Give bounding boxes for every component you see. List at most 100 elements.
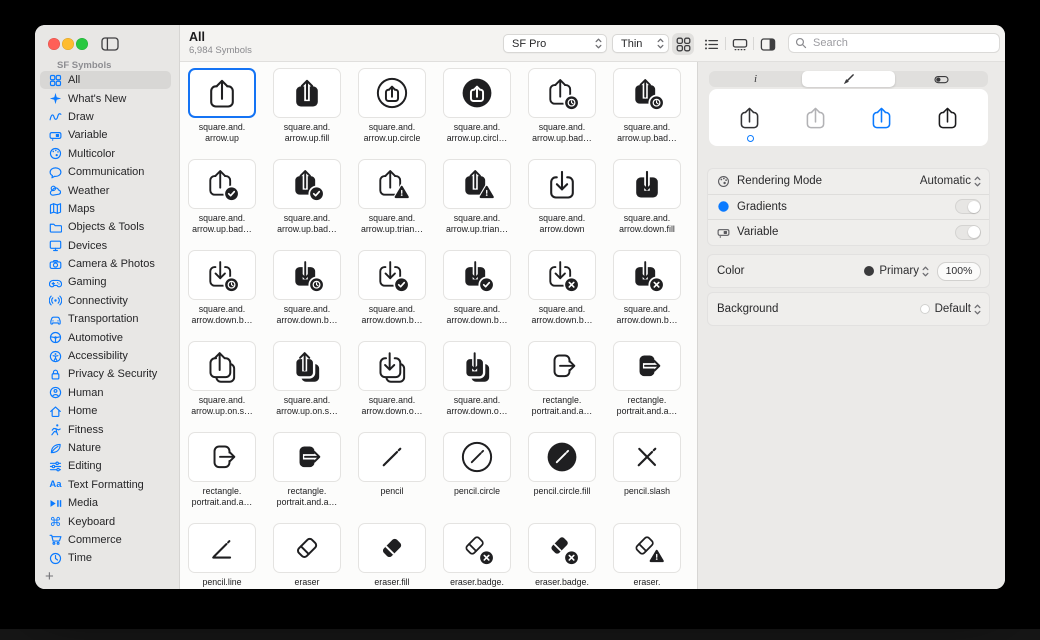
sidebar-item-objects-tools[interactable]: Objects & Tools [40,218,171,236]
symbol-cell-sq-down-badge-check-fill[interactable] [443,250,511,300]
minimize-button[interactable] [62,38,74,50]
background-swatch [920,304,930,314]
sidebar-item-text-formatting[interactable]: AaText Formatting [40,476,171,494]
symbol-cell-eraser-fill[interactable] [358,523,426,573]
sidebar-item-what-s-new[interactable]: What's New [40,89,171,107]
sidebar-item-devices[interactable]: Devices [40,237,171,255]
sidebar-item-communication[interactable]: Communication [40,163,171,181]
add-collection-button[interactable]: + [45,568,54,585]
symbol-cell-sq-up-warn[interactable] [358,159,426,209]
symbol-cell-sq-down-on-sq[interactable] [358,341,426,391]
symbol-name: eraser.badge. [535,577,589,588]
symbol-cell-sq-down[interactable] [528,159,596,209]
symbol-cell-rect-right-fill[interactable] [613,341,681,391]
symbol-item: square.and.arrow.down.b… [443,250,511,341]
color-row: Color Primary 100% [708,255,989,287]
zoom-button[interactable] [76,38,88,50]
symbol-cell-sq-down-badge-x-fill[interactable] [613,250,681,300]
background-select[interactable]: Default [920,303,981,316]
close-button[interactable] [48,38,60,50]
symbol-cell-eraser[interactable] [273,523,341,573]
color-percent-field[interactable]: 100% [937,262,981,281]
sidebar-item-maps[interactable]: Maps [40,200,171,218]
symbol-cell-sq-up-on-sq-fill[interactable] [273,341,341,391]
symbol-cell-sq-up-circle[interactable] [358,68,426,118]
sidebar-item-transportation[interactable]: Transportation [40,310,171,328]
rendering-preview-option-0[interactable] [733,96,767,140]
symbol-cell-sq-up-warn-fill[interactable] [443,159,511,209]
symbol-cell-sq-up[interactable] [188,68,256,118]
inspector-toggle-button[interactable] [757,33,779,55]
symbol-cell-sq-down-fill[interactable] [613,159,681,209]
symbol-cell-sq-up-on-sq[interactable] [188,341,256,391]
sidebar-item-variable[interactable]: Variable [40,126,171,144]
symbol-cell-sq-up-badge-check[interactable] [188,159,256,209]
symbol-cell-eraser-fill-badge-x[interactable] [528,523,596,573]
gradients-toggle[interactable] [955,199,981,214]
sidebar-item-connectivity[interactable]: Connectivity [40,292,171,310]
rendering-preview-option-1[interactable] [799,96,833,140]
symbol-cell-pencil-circle[interactable] [443,432,511,482]
symbol-cell-sq-down-badge-x[interactable] [528,250,596,300]
font-select[interactable]: SF Pro [503,34,607,53]
sidebar-item-fitness[interactable]: Fitness [40,420,171,438]
symbol-cell-sq-up-badge-check-fill[interactable] [273,159,341,209]
symbol-cell-rect-right[interactable] [188,432,256,482]
sidebar-item-editing[interactable]: Editing [40,457,171,475]
color-select[interactable]: Primary [864,265,929,278]
symbol-cell-rect-right[interactable] [528,341,596,391]
symbol-cell-sq-down-badge-clock[interactable] [188,250,256,300]
sidebar-item-keyboard[interactable]: ⌘Keyboard [40,512,171,530]
symbol-cell-pencil-slash[interactable] [613,432,681,482]
person-icon [47,386,64,399]
sidebar-item-time[interactable]: Time [40,549,171,567]
rendering-preview-option-2[interactable] [864,96,898,140]
symbol-cell-sq-up-fill[interactable] [273,68,341,118]
sidebar-item-media[interactable]: Media [40,494,171,512]
sidebar-item-camera-photos[interactable]: Camera & Photos [40,255,171,273]
symbol-cell-eraser-badge-x[interactable] [443,523,511,573]
symbol-cell-pencil[interactable] [358,432,426,482]
symbol-item: square.and.arrow.up.bad… [528,68,596,159]
grid-view-button[interactable] [672,33,694,55]
symbol-cell-pencil-line[interactable] [188,523,256,573]
rendering-mode-row[interactable]: Rendering Mode Automatic [708,169,989,194]
symbol-cell-sq-down-badge-clock-fill[interactable] [273,250,341,300]
sidebar-header: SF Symbols [57,60,111,71]
tab-animate[interactable] [895,71,988,87]
search-field[interactable] [788,33,1000,53]
list-view-button[interactable] [700,33,722,55]
symbol-cell-sq-down-badge-check[interactable] [358,250,426,300]
sidebar-item-nature[interactable]: Nature [40,439,171,457]
symbol-cell-sq-up-circle-fill[interactable] [443,68,511,118]
rendering-mode-value[interactable]: Automatic [920,175,971,187]
sidebar-item-home[interactable]: Home [40,402,171,420]
symbol-cell-sq-up-badge-clock[interactable] [528,68,596,118]
sidebar-item-draw[interactable]: Draw [40,108,171,126]
symbol-name: square.and.arrow.up.on.s… [191,395,253,416]
symbol-cell-eraser-warn[interactable] [613,523,681,573]
tab-info[interactable]: i [709,71,802,87]
symbol-cell-pencil-circle-fill[interactable] [528,432,596,482]
sidebar-item-multicolor[interactable]: Multicolor [40,145,171,163]
sidebar-item-all[interactable]: All [40,71,171,89]
sidebar-item-gaming[interactable]: Gaming [40,273,171,291]
sidebar-toggle-icon[interactable] [101,37,119,51]
rendering-preview-option-3[interactable] [930,96,964,140]
symbol-cell-sq-up-badge-clock-fill[interactable] [613,68,681,118]
weight-select[interactable]: Thin [612,34,669,53]
sidebar-item-automotive[interactable]: Automotive [40,328,171,346]
symbol-cell-rect-right-fill[interactable] [273,432,341,482]
sidebar-item-privacy-security[interactable]: Privacy & Security [40,365,171,383]
gallery-view-button[interactable] [729,33,751,55]
symbol-name: square.and.arrow.up.circle [364,122,421,143]
variable-toggle[interactable] [955,225,981,240]
sidebar-item-commerce[interactable]: Commerce [40,531,171,549]
sidebar-item-weather[interactable]: Weather [40,181,171,199]
sidebar-item-human[interactable]: Human [40,384,171,402]
sidebar-item-accessibility[interactable]: Accessibility [40,347,171,365]
symbol-cell-sq-down-on-sq-fill[interactable] [443,341,511,391]
tab-rendering[interactable] [802,71,895,87]
symbol-item: square.and.arrow.down.fill [613,159,681,250]
search-input[interactable] [811,36,993,50]
